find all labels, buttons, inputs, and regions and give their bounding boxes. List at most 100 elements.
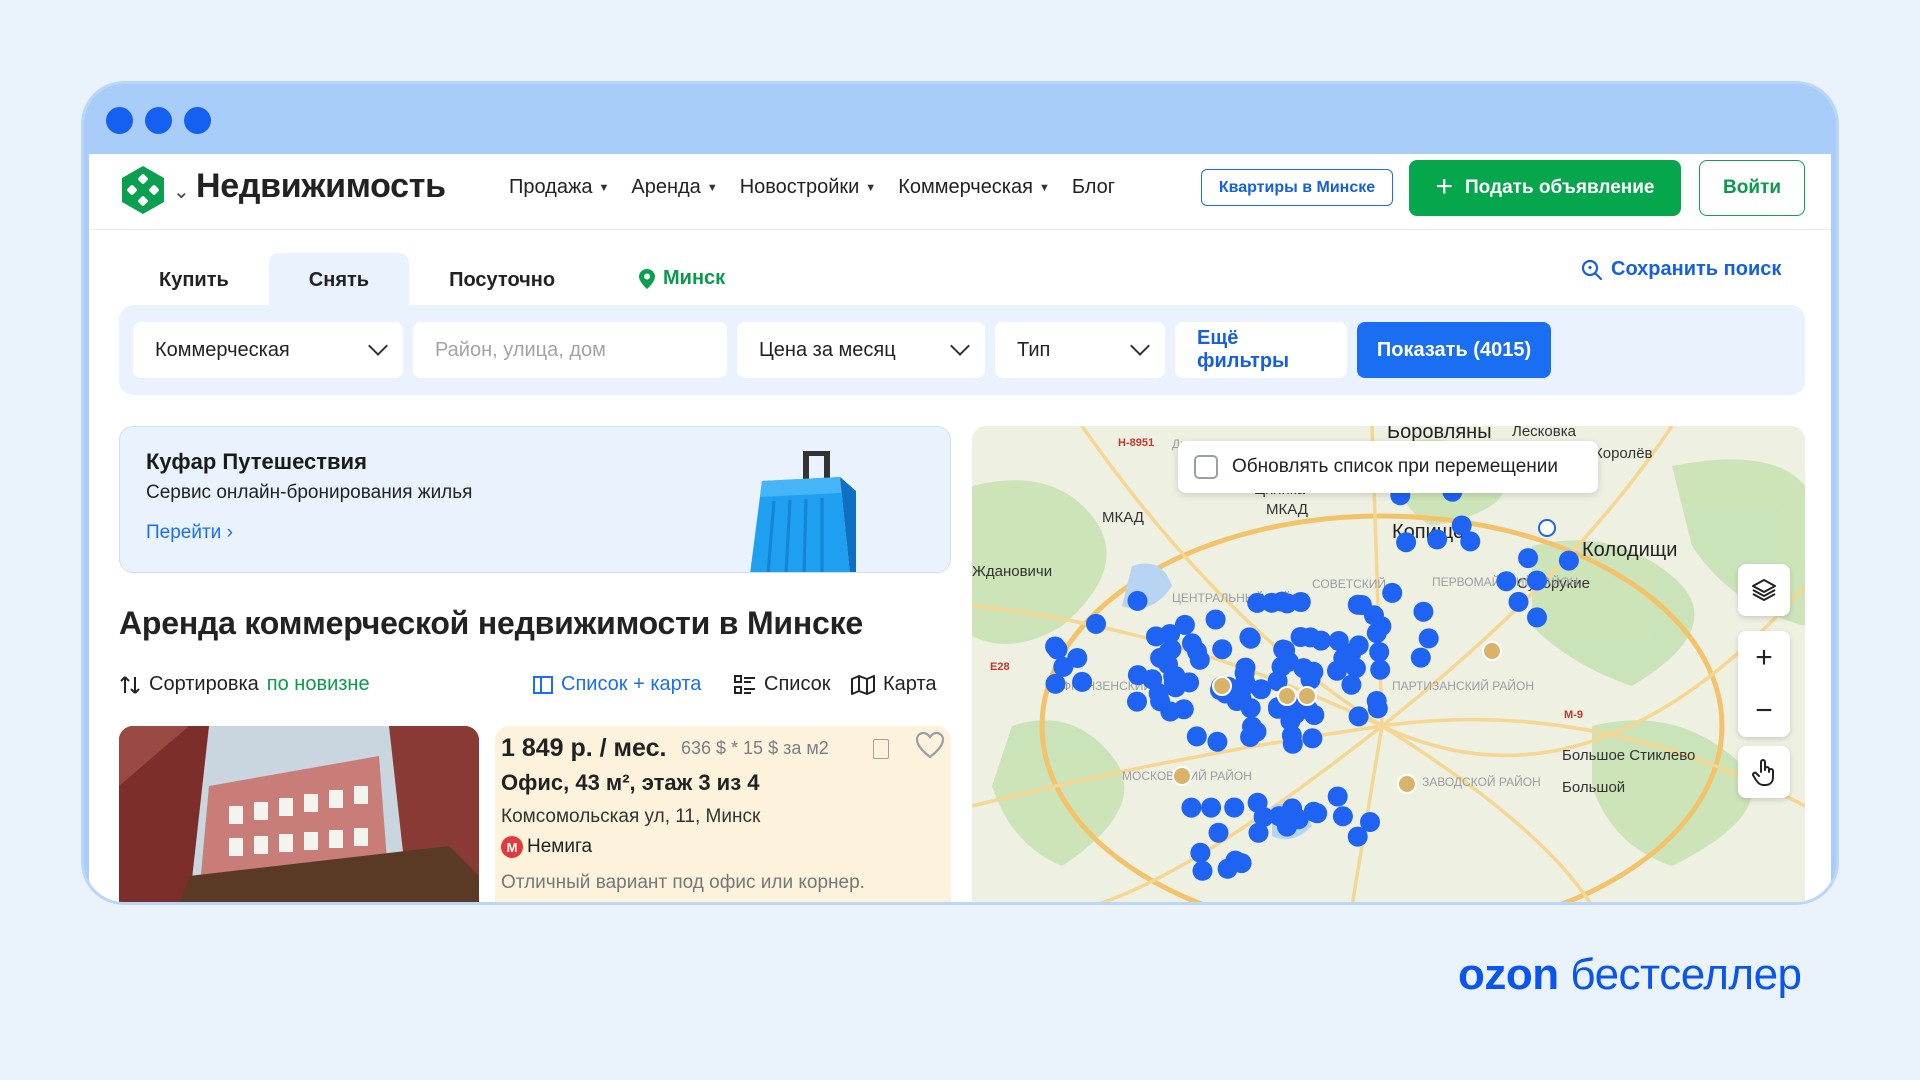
logo-icon[interactable] xyxy=(119,164,167,216)
map-marker[interactable] xyxy=(1234,663,1255,684)
map-marker[interactable] xyxy=(1277,593,1298,614)
map-marker[interactable] xyxy=(1333,648,1354,669)
map-marker[interactable] xyxy=(1201,797,1222,818)
map-marker[interactable] xyxy=(1192,860,1213,881)
map-marker[interactable] xyxy=(1518,548,1539,569)
sort-control[interactable]: Сортировка по новизне xyxy=(119,673,370,696)
view-list[interactable]: Список xyxy=(734,673,831,696)
map-marker[interactable] xyxy=(1341,674,1362,695)
type-select[interactable]: Тип xyxy=(995,322,1165,378)
premium-map-marker[interactable] xyxy=(1172,766,1192,786)
map-marker[interactable] xyxy=(1413,601,1434,622)
map-marker[interactable] xyxy=(1328,631,1349,651)
map-marker[interactable] xyxy=(1217,858,1238,879)
map-marker[interactable] xyxy=(1410,647,1431,668)
more-filters-button[interactable]: Ещё фильтры xyxy=(1175,322,1347,378)
map-marker[interactable] xyxy=(1382,582,1403,603)
zoom-in-button[interactable]: + xyxy=(1755,631,1773,684)
category-select[interactable]: Коммерческая xyxy=(133,322,403,378)
address-input[interactable]: Район, улица, дом xyxy=(413,322,727,378)
map-marker[interactable] xyxy=(1527,607,1547,628)
tab-buy[interactable]: Купить xyxy=(119,253,269,307)
tab-rent[interactable]: Снять xyxy=(268,253,410,307)
update-on-move-checkbox[interactable] xyxy=(1194,455,1218,479)
map-marker[interactable] xyxy=(1370,659,1391,680)
nav-item-commercial[interactable]: Коммерческая ▼ xyxy=(898,176,1050,199)
map-marker[interactable] xyxy=(1207,731,1228,752)
map-marker[interactable] xyxy=(1366,691,1387,711)
map-marker[interactable] xyxy=(1527,570,1547,591)
nav-item-sale[interactable]: Продажа ▼ xyxy=(509,176,609,199)
map-marker[interactable] xyxy=(1165,666,1186,686)
map-marker[interactable] xyxy=(1127,665,1148,686)
map-marker[interactable] xyxy=(1327,786,1348,807)
tab-daily[interactable]: Посуточно xyxy=(409,253,595,307)
view-list-map[interactable]: Список + карта xyxy=(533,673,701,696)
view-map[interactable]: Карта xyxy=(851,673,937,696)
post-ad-button[interactable]: + Подать объявление xyxy=(1409,160,1681,216)
map-marker[interactable] xyxy=(1427,529,1448,550)
map-marker[interactable] xyxy=(1418,628,1439,649)
map-marker[interactable] xyxy=(1072,671,1093,692)
map-marker[interactable] xyxy=(1053,656,1074,677)
map-marker[interactable] xyxy=(1247,592,1268,613)
map-marker[interactable] xyxy=(1496,571,1517,592)
map-marker[interactable] xyxy=(1508,591,1529,612)
map-marker[interactable] xyxy=(1348,706,1369,727)
map-layers-button[interactable] xyxy=(1738,564,1790,616)
map-marker[interactable] xyxy=(1302,728,1323,749)
map-marker[interactable] xyxy=(1045,636,1066,657)
logo-chevron-down-icon[interactable]: ⌄ xyxy=(173,179,190,204)
nav-item-rent[interactable]: Аренда ▼ xyxy=(631,176,717,199)
save-search-link[interactable]: Сохранить поиск xyxy=(1581,258,1781,281)
map-marker[interactable] xyxy=(1248,822,1269,843)
map-marker[interactable] xyxy=(1273,639,1294,660)
map-marker[interactable] xyxy=(1146,626,1166,647)
map-marker[interactable] xyxy=(1293,658,1314,679)
show-results-button[interactable]: Показать (4015) xyxy=(1357,322,1551,378)
calculator-icon[interactable] xyxy=(873,739,889,759)
price-select[interactable]: Цена за месяц xyxy=(737,322,985,378)
map-marker[interactable] xyxy=(1300,627,1321,648)
premium-map-marker[interactable] xyxy=(1482,641,1502,661)
map-marker[interactable] xyxy=(1371,616,1392,637)
map-drag-mode-button[interactable] xyxy=(1738,746,1790,798)
map-marker[interactable] xyxy=(1369,642,1390,662)
map-marker[interactable] xyxy=(1246,721,1267,742)
nav-item-blog[interactable]: Блог xyxy=(1072,176,1115,199)
map-marker[interactable] xyxy=(1285,703,1306,724)
map-marker[interactable] xyxy=(1269,806,1289,827)
map-marker[interactable] xyxy=(1205,609,1226,630)
map-marker[interactable] xyxy=(1181,797,1202,818)
premium-map-marker[interactable] xyxy=(1397,774,1417,794)
listing-card[interactable]: 1 849 р. / мес. 636 $ * 15 $ за м2 Офис,… xyxy=(495,726,951,902)
login-button[interactable]: Войти xyxy=(1699,160,1805,216)
map-view[interactable]: БоровляныЛесковкаКоролёвЦнянкаМКАДМКАДКо… xyxy=(972,426,1805,902)
map-marker[interactable] xyxy=(1282,733,1303,754)
favorite-heart-icon[interactable] xyxy=(915,731,945,759)
map-marker[interactable] xyxy=(1190,842,1211,863)
map-marker[interactable] xyxy=(1212,639,1233,660)
nav-item-new-buildings[interactable]: Новостройки ▼ xyxy=(740,176,876,199)
promo-banner[interactable]: Куфар Путешествия Сервис онлайн-брониров… xyxy=(119,426,951,573)
map-marker[interactable] xyxy=(1247,792,1268,813)
map-marker[interactable] xyxy=(1224,797,1245,818)
zoom-out-button[interactable]: − xyxy=(1755,684,1773,737)
map-marker[interactable] xyxy=(1127,691,1147,712)
map-marker[interactable] xyxy=(1332,806,1353,827)
apartments-minsk-button[interactable]: Квартиры в Минске xyxy=(1201,169,1393,206)
map-canvas[interactable]: БоровляныЛесковкаКоролёвЦнянкаМКАДМКАДКо… xyxy=(972,426,1805,902)
map-marker[interactable] xyxy=(1396,532,1417,553)
promo-link[interactable]: Перейти › xyxy=(146,522,233,544)
map-marker[interactable] xyxy=(1160,701,1181,722)
map-marker[interactable] xyxy=(1086,613,1106,634)
map-marker-outline[interactable] xyxy=(1538,519,1556,537)
map-marker[interactable] xyxy=(1347,826,1368,847)
map-marker[interactable] xyxy=(1460,531,1481,552)
city-selector[interactable]: Минск xyxy=(639,267,725,290)
premium-map-marker[interactable] xyxy=(1277,686,1297,706)
premium-map-marker[interactable] xyxy=(1212,676,1232,696)
listing-photo[interactable] xyxy=(119,726,479,902)
update-on-move-toggle[interactable]: Обновлять список при перемещении xyxy=(1178,441,1598,493)
brand-title[interactable]: Недвижимость xyxy=(196,167,446,206)
